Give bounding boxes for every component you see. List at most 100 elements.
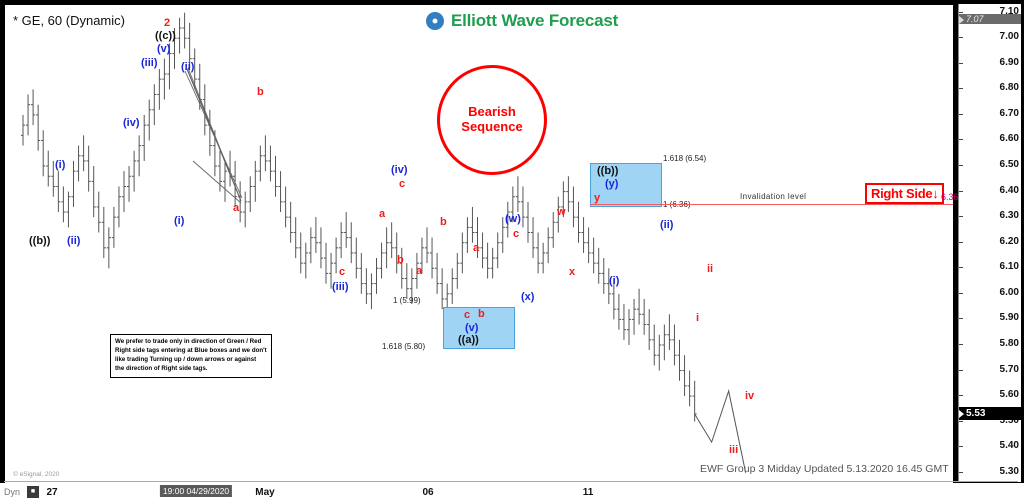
price-axis[interactable]: ▤ 7.107.006.906.806.706.606.506.406.306.… [958, 4, 1021, 482]
wave-label-ii: (ii) [660, 219, 674, 231]
price-tick-label: 6.00 [999, 286, 1019, 298]
lower-box-fib-top: 1 (5.99) [393, 296, 421, 305]
wave-label-iv: (iv) [391, 164, 408, 176]
wave-label-ii: (ii) [67, 235, 81, 247]
dyn-toggle-icon[interactable]: ■ [27, 486, 39, 498]
upper-box-label-bb: ((b)) [597, 165, 619, 177]
invalidation-level-label: Invalidation level [740, 192, 807, 201]
invalidation-level-line [590, 204, 953, 205]
axis-divider [4, 481, 1018, 482]
dyn-label: Dyn [4, 487, 21, 497]
price-tick-mark [959, 343, 963, 345]
price-tick-label: 5.90 [999, 312, 1019, 324]
price-tick-mark [959, 369, 963, 371]
price-tick-label: 5.40 [999, 440, 1019, 452]
wave-label-a: a [379, 208, 386, 220]
price-tick-label: 6.60 [999, 133, 1019, 145]
wave-label-x: (x) [521, 291, 535, 303]
wave-label-c: ((c)) [155, 30, 176, 42]
chart-screenshot: * GE, 60 (Dynamic) Elliott Wave Forecast [0, 0, 1024, 503]
price-tick-label: 7.00 [999, 31, 1019, 43]
wave-label-b: ((b)) [29, 235, 51, 247]
right-side-text: Right Side [871, 186, 933, 201]
price-tick-mark [959, 446, 963, 448]
price-tick-mark [959, 88, 963, 90]
note-line-2: Right side tags entering at Blue boxes a… [115, 346, 267, 354]
lower-box-label-c: c [464, 309, 471, 321]
time-cursor-label: 19:00 04/29/2020 [159, 485, 233, 497]
lower-box-label-aa: ((a)) [458, 334, 479, 346]
wave-label-a: a [233, 202, 240, 214]
wave-label-b: b [257, 86, 264, 98]
time-tick-label: 27 [46, 487, 58, 498]
wave-label-b: b [397, 254, 404, 266]
upper-box-label-y-paren: (y) [605, 178, 619, 190]
wave-label-w: w [557, 206, 566, 218]
wave-label-iii: (iii) [332, 281, 349, 293]
wave-label-ii: ii [707, 263, 714, 275]
wave-label-iii: (iii) [141, 57, 158, 69]
time-tick-label: 11 [582, 487, 594, 498]
price-tick-label: 6.90 [999, 56, 1019, 68]
footer-credit: EWF Group 3 Midday Updated 5.13.2020 16.… [700, 463, 949, 475]
price-tick-mark [959, 420, 963, 422]
time-axis[interactable]: Dyn ■ 27 May 06 11 19:00 04/29/2020 [0, 483, 1024, 503]
upper-box-fib-top: 1.618 (6.54) [663, 154, 707, 163]
price-tick-label: 6.40 [999, 184, 1019, 196]
bearish-sequence-badge: Bearish Sequence [437, 65, 547, 175]
time-tick-label: 06 [422, 487, 434, 498]
trading-rules-note: We prefer to trade only in direction of … [110, 334, 272, 378]
wave-label-w: (w) [505, 213, 521, 225]
price-tick-mark [959, 62, 963, 64]
last-price-marker: 5.53 [959, 406, 1021, 420]
price-tick-label: 6.10 [999, 261, 1019, 273]
price-tick-label: 5.70 [999, 363, 1019, 375]
wave-label-c: c [513, 228, 520, 240]
wave-label-a: a [473, 242, 480, 254]
note-line-1: We prefer to trade only in direction of … [115, 338, 262, 345]
price-tick-label: 6.70 [999, 107, 1019, 119]
bearish-sequence-label: Bearish Sequence [461, 104, 523, 134]
price-tick-mark [959, 395, 963, 397]
wave-label-i: (i) [174, 215, 185, 227]
wave-label-b: b [440, 216, 447, 228]
wave-label-c: c [339, 266, 346, 278]
price-tick-mark [959, 241, 963, 243]
wave-label-x: x [569, 266, 576, 278]
wave-label-iv: (iv) [123, 117, 140, 129]
price-tick-mark [959, 318, 963, 320]
right-side-badge[interactable]: Right Side↓ [865, 183, 945, 204]
wave-label-i: (i) [55, 159, 66, 171]
time-tick-label: May [255, 487, 275, 498]
price-tick-mark [959, 11, 963, 13]
note-line-3: like trading Turning up / down arrows or… [115, 355, 257, 363]
copyright-text: © eSignal, 2020 [13, 471, 60, 478]
lower-box-label-v: (v) [465, 322, 479, 334]
previous-close-marker: 7.07 [959, 14, 1021, 25]
wave-label-a: a [416, 265, 423, 277]
price-tick-mark [959, 292, 963, 294]
lower-box-fib-bottom: 1.618 (5.80) [382, 342, 426, 351]
wave-label-2: 2 [164, 17, 171, 29]
price-tick-mark [959, 165, 963, 167]
chart-plot-area[interactable]: * GE, 60 (Dynamic) Elliott Wave Forecast [4, 4, 954, 484]
price-tick-label: 6.50 [999, 159, 1019, 171]
wave-label-ii: (ii) [181, 61, 195, 73]
price-tick-mark [959, 190, 963, 192]
price-tick-mark [959, 267, 963, 269]
price-tick-label: 6.20 [999, 235, 1019, 247]
price-tick-mark [959, 216, 963, 218]
price-tick-label: 6.80 [999, 82, 1019, 94]
right-side-arrow-icon: ↓ [932, 186, 939, 201]
price-tick-label: 5.60 [999, 389, 1019, 401]
price-tick-mark [959, 37, 963, 39]
wave-label-i: (i) [609, 275, 620, 287]
price-tick-mark [959, 471, 963, 473]
wave-label-iv: iv [745, 390, 755, 402]
price-tick-label: 6.30 [999, 210, 1019, 222]
upper-box-label-y: y [594, 192, 601, 204]
lower-box-label-b: b [478, 308, 485, 320]
price-tick-mark [959, 113, 963, 115]
invalidation-price-label: 6.36 [941, 192, 959, 202]
price-tick-label: 5.80 [999, 337, 1019, 349]
